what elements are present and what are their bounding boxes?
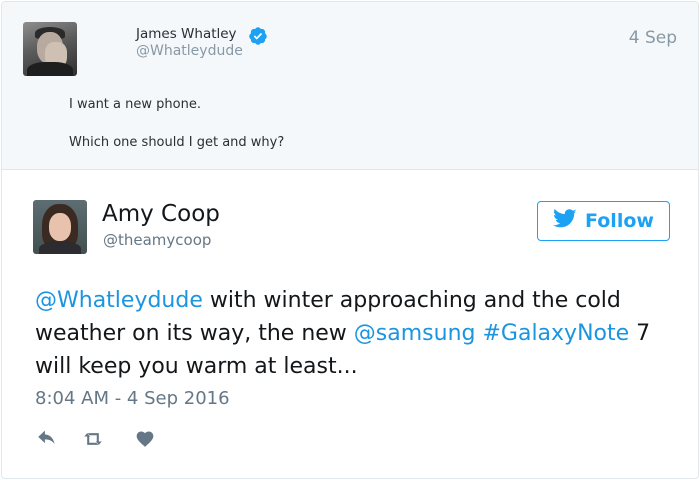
follow-label: Follow	[585, 210, 654, 232]
follow-button[interactable]: Follow	[537, 201, 670, 241]
mention-samsung-link[interactable]: @samsung	[354, 321, 476, 346]
tweet-text: @Whatleydude with winter approaching and…	[35, 284, 685, 383]
verified-badge-icon	[248, 26, 268, 46]
tweet-card: James Whatley @Whatleydude 4 Sep I want …	[1, 1, 699, 479]
tweet-actions	[36, 428, 156, 450]
parent-tweet-date[interactable]: 4 Sep	[629, 28, 677, 48]
author-avatar[interactable]	[33, 200, 87, 254]
parent-tweet-line-1: I want a new phone.	[69, 97, 201, 112]
parent-tweet[interactable]: James Whatley @Whatleydude 4 Sep I want …	[2, 2, 698, 170]
like-heart-icon[interactable]	[134, 428, 156, 450]
hashtag-galaxynote-link[interactable]: #GalaxyNote	[482, 321, 629, 346]
tweet-timestamp[interactable]: 8:04 AM - 4 Sep 2016	[35, 388, 230, 409]
author-name[interactable]: Amy Coop	[102, 201, 220, 227]
mention-whatleydude-link[interactable]: @Whatleydude	[35, 288, 203, 313]
parent-author-handle[interactable]: @Whatleydude	[136, 43, 243, 59]
twitter-bird-icon	[553, 208, 577, 234]
parent-author-avatar[interactable]	[23, 22, 77, 76]
retweet-icon[interactable]	[82, 428, 104, 450]
parent-tweet-line-2: Which one should I get and why?	[69, 135, 285, 150]
parent-author-name[interactable]: James Whatley	[136, 26, 237, 42]
reply-icon[interactable]	[36, 428, 58, 450]
author-handle[interactable]: @theamycoop	[103, 231, 211, 249]
